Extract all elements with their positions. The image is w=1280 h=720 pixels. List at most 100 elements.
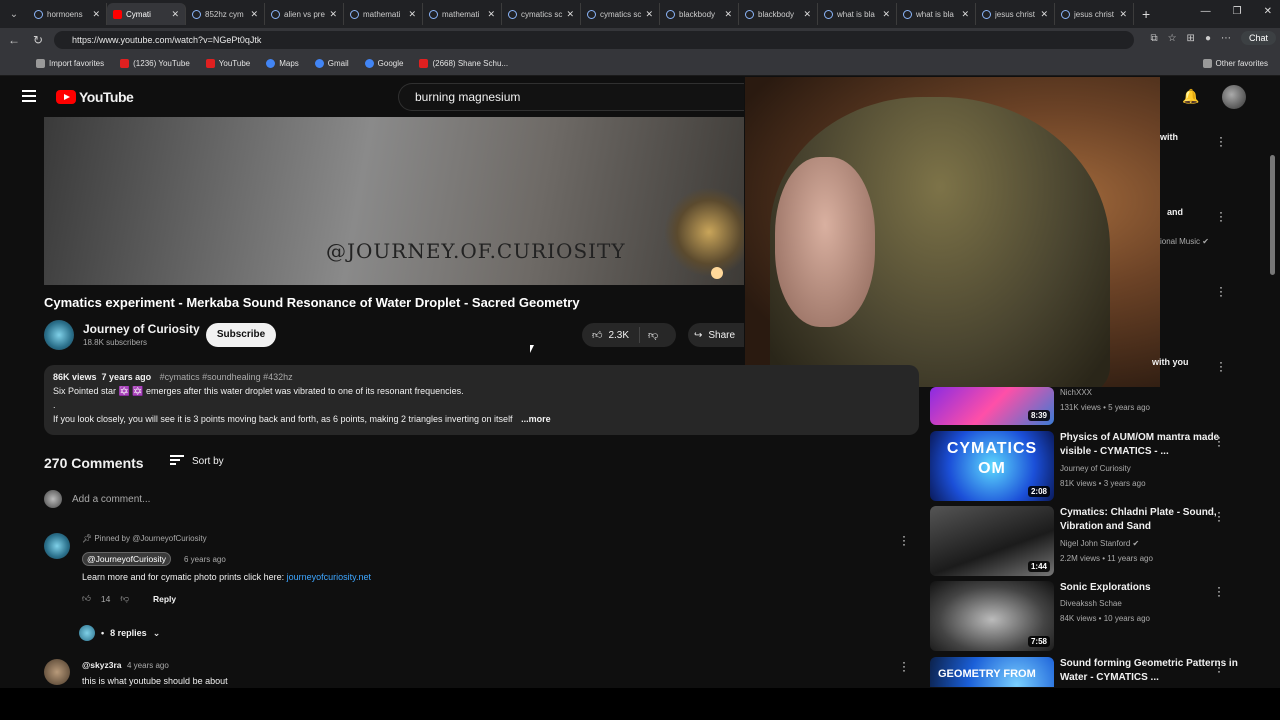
channel-avatar[interactable]	[44, 320, 74, 350]
close-tab-icon[interactable]: ✕	[961, 9, 969, 20]
close-tab-icon[interactable]: ✕	[724, 9, 732, 20]
bookmark-item[interactable]: Google	[364, 59, 403, 68]
comment-avatar[interactable]	[44, 533, 70, 559]
related-item[interactable]: CYMATICS OM 2:08 Physics of AUM/OM mantr…	[930, 431, 1260, 501]
related-thumbnail[interactable]: 7:58	[930, 581, 1054, 651]
related-item[interactable]: 7:58 Sonic Explorations Diveakssh Schae …	[930, 581, 1260, 651]
browser-tab[interactable]: what is bla ✕	[818, 3, 897, 25]
related-channel[interactable]: Nigel John Stanford ✔	[1060, 539, 1139, 548]
bookmark-item[interactable]: (1236) YouTube	[120, 59, 190, 68]
back-icon[interactable]: ←	[2, 33, 26, 47]
menu-icon[interactable]: ⋯	[1221, 33, 1231, 44]
description-box[interactable]: 86K views 7 years ago #cymatics #soundhe…	[44, 365, 919, 435]
sort-by-button[interactable]: Sort by	[170, 455, 224, 467]
view-replies-button[interactable]: • 8 replies ⌄	[79, 625, 160, 641]
browser-tab[interactable]: cymatics sc ✕	[581, 3, 660, 25]
share-button[interactable]: ↪ Share	[688, 323, 744, 347]
close-tab-icon[interactable]: ✕	[487, 9, 495, 20]
close-tab-icon[interactable]: ✕	[329, 9, 337, 20]
close-tab-icon[interactable]: ✕	[645, 9, 653, 20]
account-avatar[interactable]	[1222, 85, 1246, 109]
close-tab-icon[interactable]: ✕	[1040, 9, 1048, 20]
browser-tab[interactable]: alien vs pre ✕	[265, 3, 344, 25]
browser-tab[interactable]: jesus christ ✕	[1055, 3, 1134, 25]
minimize-icon[interactable]: —	[1201, 6, 1211, 17]
close-tab-icon[interactable]: ✕	[92, 9, 100, 20]
browser-tab[interactable]: mathemati ✕	[423, 3, 502, 25]
comment-age[interactable]: 6 years ago	[184, 555, 226, 564]
related-channel[interactable]: NichXXX	[1060, 388, 1092, 397]
profile-icon[interactable]: ●	[1205, 33, 1211, 44]
notifications-bell-icon[interactable]: 🔔	[1182, 88, 1199, 105]
related-more-icon[interactable]: · · ·	[1217, 506, 1221, 526]
related-title[interactable]: Physics of AUM/OM mantra made visible - …	[1060, 431, 1238, 459]
related-more-icon[interactable]: · · ·	[1217, 206, 1225, 226]
collections-icon[interactable]: ⊞	[1187, 33, 1195, 44]
related-partial-title-3[interactable]: with you	[1152, 357, 1189, 367]
comment-author[interactable]: @JourneyofCuriosity	[82, 552, 172, 566]
related-channel[interactable]: Journey of Curiosity	[1060, 464, 1131, 473]
other-favorites[interactable]: Other favorites	[1202, 59, 1268, 68]
bookmark-item[interactable]: Import favorites	[36, 59, 104, 68]
browser-tab[interactable]: what is bla ✕	[897, 3, 976, 25]
related-more-icon[interactable]: · · ·	[1217, 657, 1221, 677]
browser-tab[interactable]: hormoens ✕	[28, 3, 107, 25]
close-tab-icon[interactable]: ✕	[803, 9, 811, 20]
browser-tab[interactable]: Cymati ✕	[107, 3, 186, 25]
comment-link[interactable]: journeyofcuriosity.net	[287, 572, 371, 582]
related-more-icon[interactable]: · · ·	[1217, 281, 1225, 301]
dislike-button[interactable]: 👎︎	[640, 329, 666, 341]
browser-tab[interactable]: blackbody ✕	[739, 3, 818, 25]
related-thumbnail[interactable]: GEOMETRY FROM	[930, 657, 1054, 687]
browser-tab[interactable]: jesus christ ✕	[976, 3, 1055, 25]
add-comment-input[interactable]: Add a comment...	[72, 494, 150, 505]
favorites-icon[interactable]: ☆	[1168, 33, 1177, 44]
close-tab-icon[interactable]: ✕	[408, 9, 416, 20]
related-item[interactable]: 1:44 Cymatics: Chladni Plate - Sound, Vi…	[930, 506, 1260, 576]
bookmark-item[interactable]: YouTube	[205, 59, 250, 68]
show-more-link[interactable]: ...more	[521, 414, 551, 424]
related-more-icon[interactable]: · · ·	[1217, 356, 1225, 376]
close-tab-icon[interactable]: ✕	[171, 9, 179, 20]
close-tab-icon[interactable]: ✕	[1119, 9, 1127, 20]
related-thumbnail[interactable]: 1:44	[930, 506, 1054, 576]
related-partial-title-2[interactable]: and	[1167, 207, 1183, 217]
tab-search-icon[interactable]: ⌄	[0, 0, 28, 28]
browser-tab[interactable]: blackbody ✕	[660, 3, 739, 25]
comment-age[interactable]: 4 years ago	[127, 661, 169, 670]
related-channel[interactable]: Diveakssh Schae	[1060, 599, 1122, 608]
url-field[interactable]: https://www.youtube.com/watch?v=NGePt0qJ…	[54, 31, 1134, 49]
restore-icon[interactable]: ❐	[1233, 6, 1242, 17]
like-button[interactable]: 👍︎ 2.3K	[582, 327, 641, 343]
chat-button[interactable]: Chat	[1240, 31, 1276, 45]
close-tab-icon[interactable]: ✕	[250, 9, 258, 20]
comment-like-icon[interactable]: 👍︎	[82, 593, 91, 604]
video-player[interactable]: @JOURNEY.OF.CURIOSITY	[44, 117, 744, 285]
scrollbar-thumb[interactable]	[1270, 155, 1275, 275]
channel-name[interactable]: Journey of Curiosity	[83, 322, 200, 336]
browser-tab[interactable]: cymatics sc ✕	[502, 3, 581, 25]
youtube-logo[interactable]: YouTube	[56, 89, 134, 105]
reply-button[interactable]: Reply	[153, 594, 176, 604]
related-thumbnail[interactable]: CYMATICS OM 2:08	[930, 431, 1054, 501]
add-comment-row[interactable]: Add a comment...	[44, 490, 150, 508]
hashtags[interactable]: #cymatics #soundhealing #432hz	[160, 372, 293, 382]
related-thumbnail[interactable]: 8:39	[930, 387, 1054, 425]
page-scrollbar[interactable]	[1268, 117, 1276, 687]
comment-avatar[interactable]	[44, 659, 70, 685]
related-title[interactable]: Sonic Explorations	[1060, 581, 1238, 595]
related-partial-title-1[interactable]: with	[1160, 132, 1178, 142]
close-window-icon[interactable]: ✕	[1264, 6, 1272, 17]
comment-more-icon[interactable]: · · ·	[900, 530, 908, 550]
bookmark-item[interactable]: Maps	[266, 59, 299, 68]
comment-dislike-icon[interactable]: 👎︎	[120, 593, 129, 604]
related-title[interactable]: Cymatics: Chladni Plate - Sound, Vibrati…	[1060, 506, 1238, 534]
hamburger-menu-icon[interactable]	[22, 90, 36, 105]
search-input[interactable]: burning magnesium	[398, 83, 744, 111]
bookmark-item[interactable]: Gmail	[314, 59, 349, 68]
related-more-icon[interactable]: · · ·	[1217, 431, 1221, 451]
close-tab-icon[interactable]: ✕	[566, 9, 574, 20]
related-more-icon[interactable]: · · ·	[1217, 581, 1221, 601]
extensions-icon[interactable]: ⧉	[1150, 33, 1157, 44]
browser-tab[interactable]: mathemati ✕	[344, 3, 423, 25]
